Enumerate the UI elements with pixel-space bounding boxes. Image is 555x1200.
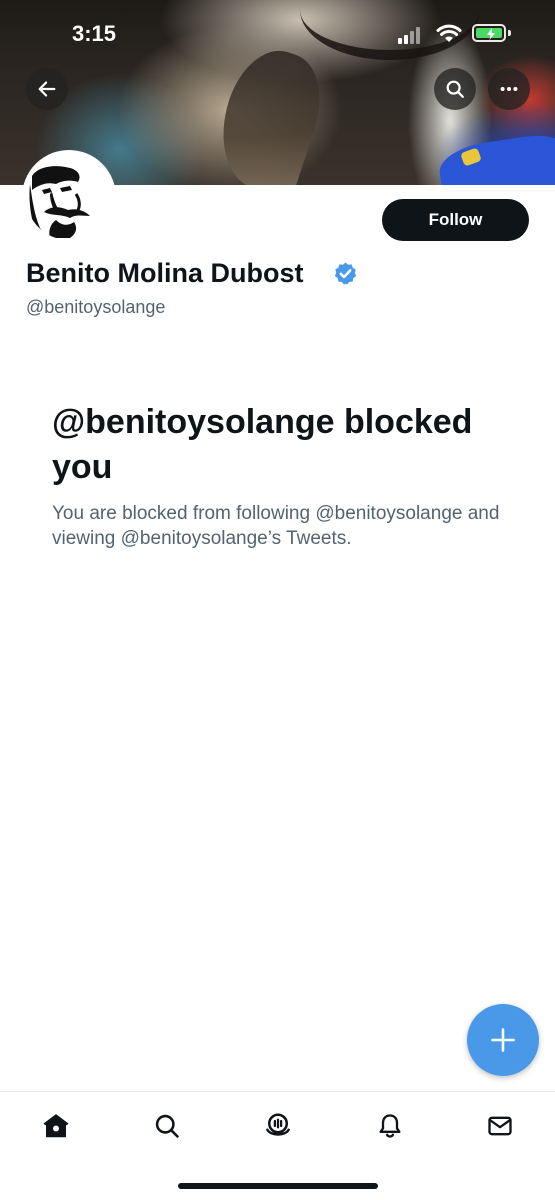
blocked-title: @benitoysolange blocked you bbox=[52, 403, 473, 486]
signal-bar bbox=[410, 31, 414, 44]
avatar-portrait-image bbox=[26, 154, 112, 240]
avatar[interactable] bbox=[22, 150, 116, 244]
search-icon bbox=[155, 1114, 179, 1138]
spaces-icon bbox=[266, 1113, 290, 1136]
charging-bolt-icon bbox=[487, 28, 495, 40]
wifi-icon bbox=[436, 24, 462, 42]
follow-button[interactable]: Follow bbox=[382, 199, 529, 241]
banner-art-fin bbox=[205, 39, 335, 185]
search-button[interactable] bbox=[434, 68, 476, 110]
nav-notifications[interactable] bbox=[370, 1106, 410, 1146]
home-indicator bbox=[178, 1183, 378, 1189]
verified-badge-icon bbox=[334, 262, 357, 285]
nav-search[interactable] bbox=[147, 1106, 187, 1146]
mail-icon bbox=[488, 1116, 512, 1136]
nav-home[interactable] bbox=[36, 1106, 76, 1146]
battery-cap bbox=[508, 30, 511, 36]
more-options-button[interactable] bbox=[488, 68, 530, 110]
blocked-description: You are blocked from following @benitoys… bbox=[52, 503, 500, 549]
plus-icon bbox=[491, 1028, 515, 1052]
profile-display-name: Benito Molina Dubost bbox=[26, 258, 304, 288]
more-horizontal-icon bbox=[500, 86, 518, 92]
nav-spaces[interactable] bbox=[258, 1106, 298, 1146]
compose-tweet-button[interactable] bbox=[467, 1004, 539, 1076]
signal-bar bbox=[398, 38, 402, 44]
battery-icon bbox=[472, 24, 506, 42]
signal-bar bbox=[416, 27, 420, 44]
bell-icon bbox=[379, 1114, 401, 1138]
back-button[interactable] bbox=[26, 68, 68, 110]
search-icon bbox=[446, 80, 464, 98]
status-icons bbox=[398, 22, 518, 44]
arrow-left-icon bbox=[38, 81, 56, 97]
status-time: 3:15 bbox=[72, 21, 117, 46]
battery-fill bbox=[476, 28, 502, 40]
signal-bar bbox=[404, 35, 408, 44]
nav-messages[interactable] bbox=[480, 1106, 520, 1146]
home-icon bbox=[43, 1114, 69, 1138]
banner-art-blue bbox=[436, 131, 555, 185]
profile-handle: @benitoysolange bbox=[26, 297, 166, 317]
